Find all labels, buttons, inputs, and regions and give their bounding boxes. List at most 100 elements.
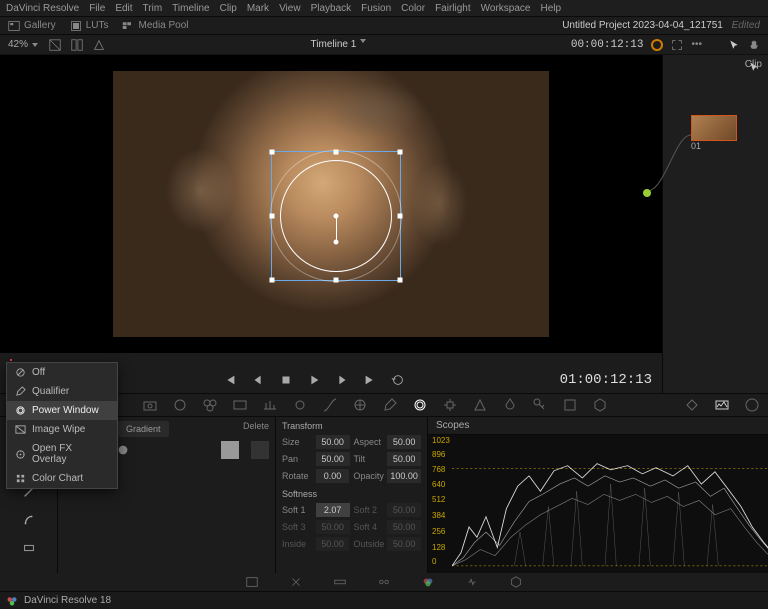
panel-luts-toggle[interactable]: LUTs	[70, 20, 109, 32]
menu-qualifier[interactable]: Qualifier	[7, 382, 117, 401]
rotate-value[interactable]: 0.00	[316, 469, 350, 483]
menu-image-wipe[interactable]: Image Wipe	[7, 420, 117, 439]
fusion-page-icon[interactable]	[377, 575, 391, 589]
zoom-control[interactable]: 42%	[8, 39, 38, 50]
tilt-value[interactable]: 50.00	[387, 452, 421, 466]
panel-mediapool-toggle[interactable]: Media Pool	[122, 20, 188, 32]
sidebar-tab-clip[interactable]: Clip	[745, 59, 762, 70]
power-windows-icon[interactable]	[412, 397, 428, 413]
soft4-value: 50.00	[387, 520, 421, 534]
size-label: Size	[282, 437, 312, 447]
media-page-icon[interactable]	[245, 575, 259, 589]
node-editor[interactable]: Clip 01	[662, 55, 768, 393]
menu-item[interactable]: Timeline	[172, 3, 209, 14]
app-name: DaVinci Resolve 18	[24, 595, 111, 606]
loop-icon[interactable]	[391, 373, 405, 387]
node-thumbnail[interactable]	[691, 115, 737, 141]
menu-item[interactable]: Clip	[220, 3, 237, 14]
menu-item[interactable]: Workspace	[481, 3, 531, 14]
deliver-page-icon[interactable]	[509, 575, 523, 589]
shape-curve-tool[interactable]	[18, 537, 40, 559]
key-icon[interactable]	[532, 397, 548, 413]
last-frame-icon[interactable]	[363, 373, 377, 387]
menu-item[interactable]: View	[279, 3, 301, 14]
highlight-icon[interactable]	[92, 38, 106, 52]
motion-effects-icon[interactable]	[292, 397, 308, 413]
color-checker-icon[interactable]	[172, 397, 188, 413]
sizing-icon[interactable]	[562, 397, 578, 413]
aspect-value[interactable]: 50.00	[387, 435, 421, 449]
color-warper-icon[interactable]	[352, 397, 368, 413]
stop-icon[interactable]	[279, 373, 293, 387]
menu-openfx[interactable]: Open FX Overlay	[7, 439, 117, 469]
pan-value[interactable]: 50.00	[316, 452, 350, 466]
hdr-icon[interactable]	[232, 397, 248, 413]
cut-page-icon[interactable]	[289, 575, 303, 589]
split-screen-icon[interactable]	[70, 38, 84, 52]
menu-item[interactable]: DaVinci Resolve	[6, 3, 79, 14]
aspect-label: Aspect	[354, 437, 384, 447]
main-menu-bar: DaVinci Resolve File Edit Trim Timeline …	[0, 0, 768, 17]
menu-color-chart[interactable]: Color Chart	[7, 469, 117, 488]
project-bar: Gallery LUTs Media Pool Untitled Project…	[0, 17, 768, 35]
transform-panel: Transform Size 50.00 Aspect 50.00 Pan 50…	[276, 417, 428, 573]
page-tabs	[0, 573, 768, 591]
timeline-name[interactable]: Timeline 1	[311, 39, 357, 50]
menu-item[interactable]: Playback	[311, 3, 352, 14]
menu-item[interactable]: Fusion	[361, 3, 391, 14]
menu-item[interactable]: Help	[540, 3, 561, 14]
camera-raw-icon[interactable]	[142, 397, 158, 413]
pointer-icon[interactable]	[728, 39, 740, 51]
tracker-icon[interactable]	[442, 397, 458, 413]
menu-item[interactable]: File	[89, 3, 105, 14]
play-icon[interactable]	[307, 373, 321, 387]
soft1-value[interactable]: 2.07	[316, 503, 350, 517]
prev-frame-icon[interactable]	[251, 373, 265, 387]
window-preview-on[interactable]	[221, 441, 239, 459]
blur-icon[interactable]	[502, 397, 518, 413]
power-window-overlay[interactable]	[271, 151, 401, 281]
keyframes-icon[interactable]	[684, 397, 700, 413]
waveform-scope[interactable]: 1023 896 768 640 512 384 256 128 0	[428, 435, 768, 573]
next-frame-icon[interactable]	[335, 373, 349, 387]
size-value[interactable]: 50.00	[316, 435, 350, 449]
menu-item[interactable]: Trim	[143, 3, 163, 14]
delete-button[interactable]: Delete	[243, 421, 269, 437]
menu-power-window[interactable]: Power Window	[7, 401, 117, 420]
expand-icon[interactable]	[671, 39, 683, 51]
viewer-overlay-menu: Off Qualifier Power Window Image Wipe Op…	[6, 362, 118, 489]
edit-page-icon[interactable]	[333, 575, 347, 589]
menu-item[interactable]: Color	[401, 3, 425, 14]
more-icon[interactable]: •••	[691, 39, 702, 50]
magic-mask-icon[interactable]	[472, 397, 488, 413]
viewer[interactable]	[0, 55, 662, 353]
timecode-large[interactable]: 01:00:12:13	[560, 372, 652, 388]
panel-gallery-toggle[interactable]: Gallery	[8, 20, 56, 32]
menu-off[interactable]: Off	[7, 363, 117, 382]
image-wipe-icon[interactable]	[48, 38, 62, 52]
window-preview-off[interactable]	[251, 441, 269, 459]
color-wheels-icon[interactable]	[202, 397, 218, 413]
first-frame-icon[interactable]	[223, 373, 237, 387]
rgb-mixer-icon[interactable]	[262, 397, 278, 413]
fairlight-page-icon[interactable]	[465, 575, 479, 589]
menu-item[interactable]: Edit	[115, 3, 132, 14]
curves-icon[interactable]	[322, 397, 338, 413]
panel-label: Media Pool	[138, 20, 188, 31]
shape-polygon-tool[interactable]	[18, 509, 40, 531]
menu-item[interactable]: Fairlight	[435, 3, 471, 14]
opacity-value[interactable]: 100.00	[387, 469, 421, 483]
tilt-label: Tilt	[354, 454, 384, 464]
mask-icon[interactable]	[116, 443, 130, 457]
qualifier-icon[interactable]	[382, 397, 398, 413]
color-page-icon[interactable]	[421, 575, 435, 589]
3d-icon[interactable]	[592, 397, 608, 413]
bypass-grade-icon[interactable]	[651, 39, 663, 51]
menu-item[interactable]: Mark	[247, 3, 269, 14]
tab-gradient[interactable]: Gradient	[118, 421, 169, 437]
scopes-icon[interactable]	[714, 397, 730, 413]
node-input-dot[interactable]	[643, 189, 651, 197]
info-icon[interactable]	[744, 397, 760, 413]
hand-icon[interactable]	[748, 39, 760, 51]
timecode-display[interactable]: 00:00:12:13	[571, 39, 644, 51]
